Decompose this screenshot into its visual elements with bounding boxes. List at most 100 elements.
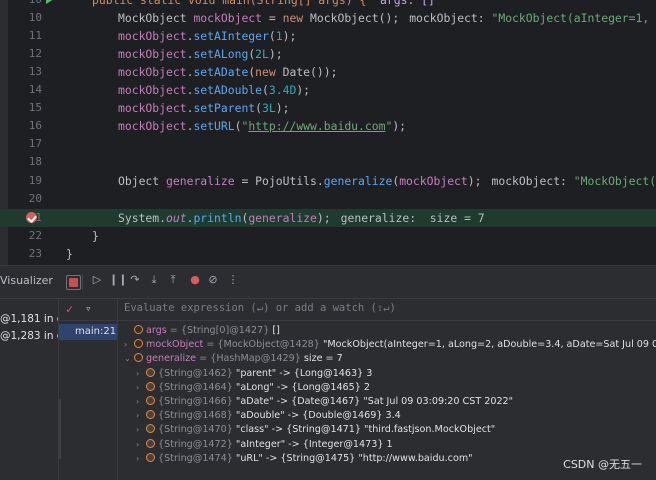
breakpoint-icon[interactable]	[26, 212, 37, 223]
variable-value: "aDouble" -> {Double@1469} 3.4	[235, 410, 401, 422]
code-token: setParent	[193, 101, 256, 115]
code-line[interactable]: 17	[0, 135, 656, 153]
code-token: generalize: size = 7	[340, 211, 485, 225]
code-text: mockObject.setADouble(3.4D);	[118, 81, 310, 99]
code-line[interactable]: 11 mockObject.setAInteger(1);	[0, 27, 656, 45]
variable-row[interactable]: › {String@1474} "uRL" -> {String@1475} "h…	[136, 452, 473, 466]
variable-type: = {MockObject@1428}	[203, 339, 323, 351]
resume-icon[interactable]: ▷	[90, 273, 104, 287]
evaluate-expression-input[interactable]: Evaluate expression (↵) or add a watch (…	[124, 302, 396, 314]
code-line[interactable]: 20	[0, 190, 656, 208]
variable-type: {String@1470}	[158, 424, 236, 436]
watch-bar: Evaluate expression (↵) or add a watch (…	[118, 299, 656, 321]
debug-toolbar: Visualizer ▷ ❙❙ ↷ ⤓ ⤒ ● ⊘ ⋮	[0, 266, 656, 299]
code-text: }	[66, 245, 73, 263]
variable-value: "aDate" -> {Date@1467} "Sat Jul 09 03:09…	[235, 396, 514, 407]
variable-row[interactable]: › {String@1472} "aInteger" -> {Integer@14…	[136, 438, 393, 452]
code-line[interactable]: 12 mockObject.setALong(2L);	[0, 45, 656, 63]
code-token: http://www.baidu.com	[248, 119, 386, 133]
line-number: 20	[28, 192, 42, 205]
code-token: }	[66, 247, 73, 261]
expand-chevron-icon[interactable]: ›	[124, 338, 134, 352]
filter-icon[interactable]: ▿	[85, 302, 92, 315]
scrollbar[interactable]	[59, 399, 61, 459]
inline-debug-hint: mockObject: "MockObject(aInteg	[491, 174, 656, 188]
thread-item[interactable]: @1,283 in grou	[0, 330, 58, 342]
code-line[interactable]: 21System.out.println(generalize);general…	[0, 209, 656, 227]
variable-row[interactable]: › {String@1470} "class" -> {String@1471} …	[136, 423, 495, 437]
frame-item-selected[interactable]: main:21, D	[59, 324, 117, 340]
code-token: );	[316, 211, 331, 225]
code-token: 1	[275, 29, 283, 43]
variable-row[interactable]: › {String@1468} "aDouble" -> {Double@1469…	[136, 409, 401, 423]
variable-row[interactable]: › {String@1464} "aLong" -> {Long@1465} 2	[136, 381, 370, 395]
code-line[interactable]: 10 public static void main(String[] args)…	[0, 0, 656, 9]
field-icon	[146, 381, 155, 391]
frames-panel: ✓ ▿ main:21, D	[59, 299, 118, 480]
code-line[interactable]: 23}	[0, 245, 656, 263]
code-token: generalize	[166, 174, 235, 188]
code-token: mockObject	[118, 101, 187, 115]
code-token: Object	[118, 174, 167, 188]
tab-visualizer[interactable]: Visualizer	[0, 274, 53, 287]
code-token: generalize	[248, 211, 317, 225]
field-icon	[146, 424, 155, 434]
expand-chevron-icon[interactable]: ›	[136, 395, 146, 409]
code-line[interactable]: 10 MockObject mockObject = new MockObject…	[0, 9, 656, 27]
expand-chevron-icon[interactable]: ›	[136, 409, 146, 423]
code-token: );	[296, 83, 311, 97]
expand-chevron-icon[interactable]: ›	[136, 367, 146, 381]
view-breakpoints-icon[interactable]: ●	[188, 273, 202, 287]
line-number: 23	[28, 247, 42, 260]
code-token: mockObject	[118, 83, 187, 97]
variable-row[interactable]: › {String@1462} "parent" -> {Long@1463} 3	[136, 367, 372, 381]
variable-value: "aLong" -> {Long@1465} 2	[235, 381, 371, 393]
expand-chevron-icon[interactable]: ⌄	[124, 352, 134, 366]
code-token: );	[282, 29, 297, 43]
code-token: "MockObject(aInteger=1, aLong=2	[491, 11, 650, 25]
checkmark-icon[interactable]: ✓	[66, 302, 73, 316]
step-over-icon[interactable]: ↷	[128, 273, 142, 287]
code-token: mockObject	[193, 11, 263, 25]
expand-chevron-icon[interactable]: ›	[136, 452, 146, 466]
variable-row[interactable]: › mockObject = {MockObject@1428} "MockObj…	[124, 338, 656, 352]
mute-breakpoints-icon[interactable]: ⊘	[206, 273, 220, 287]
code-text: mockObject.setURL("http://www.baidu.com"…	[118, 117, 406, 135]
variable-row[interactable]: args = {String[0]@1427} []	[124, 324, 280, 338]
expand-chevron-icon[interactable]: ›	[136, 423, 146, 437]
more-icon[interactable]: ⋮	[226, 273, 240, 287]
variable-type: {String@1466}	[158, 396, 236, 407]
code-line[interactable]: 16 mockObject.setURL("http://www.baidu.co…	[0, 117, 656, 135]
variable-value: []	[272, 325, 280, 336]
debug-tool-window: Visualizer ▷ ❙❙ ↷ ⤓ ⤒ ● ⊘ ⋮ @1,181 in gr…	[0, 265, 656, 480]
run-gutter-icon[interactable]	[46, 0, 54, 4]
code-line[interactable]: 18	[0, 153, 656, 171]
code-token: generalize	[323, 174, 393, 188]
step-into-icon[interactable]: ⤓	[147, 273, 161, 287]
code-editor[interactable]: 10 public static void main(String[] args)…	[0, 0, 656, 265]
field-icon	[146, 438, 155, 448]
code-line[interactable]: 14 mockObject.setADouble(3.4D);	[0, 81, 656, 99]
step-out-icon[interactable]: ⤒	[166, 273, 180, 287]
expand-chevron-icon[interactable]: ›	[136, 381, 146, 395]
code-line[interactable]: 22}	[0, 227, 656, 245]
toolbar-divider	[82, 274, 83, 290]
field-icon	[146, 452, 155, 462]
line-number: 17	[28, 137, 42, 150]
thread-item[interactable]: @1,181 in grou	[0, 313, 58, 325]
code-text: mockObject.setAInteger(1);	[118, 27, 296, 45]
variable-row[interactable]: › {String@1466} "aDate" -> {Date@1467} "S…	[136, 395, 513, 409]
code-line[interactable]: 15 mockObject.setParent(3L);	[0, 99, 656, 117]
line-number: 11	[28, 29, 42, 42]
pause-icon[interactable]: ❙❙	[109, 273, 127, 287]
variable-type: {String@1472}	[158, 438, 236, 450]
code-text: mockObject.setParent(3L);	[118, 99, 289, 117]
variable-type: {String@1468}	[158, 410, 236, 422]
expand-chevron-icon[interactable]: ›	[136, 438, 146, 452]
frames-toolbar: ✓ ▿	[59, 299, 117, 321]
stop-icon[interactable]	[69, 278, 78, 287]
code-line[interactable]: 13 mockObject.setADate(new Date());	[0, 63, 656, 81]
variable-row[interactable]: ⌄ generalize = {HashMap@1429} size = 7	[124, 352, 343, 366]
code-token: args: []	[380, 0, 435, 7]
code-line[interactable]: 19 Object generalize = PojoUtils.generali…	[0, 172, 656, 190]
